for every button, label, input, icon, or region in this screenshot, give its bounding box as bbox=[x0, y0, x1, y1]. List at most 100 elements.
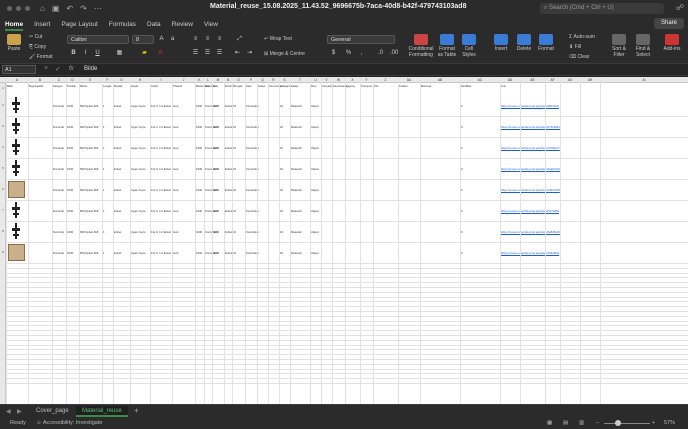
table-cell[interactable]: 10 bbox=[280, 230, 283, 234]
fill-button[interactable]: ⬇ Fill bbox=[569, 44, 581, 50]
header-cell[interactable]: Sertifikat bbox=[461, 85, 471, 88]
table-cell[interactable]: 10 bbox=[233, 125, 236, 129]
next-sheet-icon[interactable]: ▶ bbox=[17, 408, 22, 415]
search-box[interactable]: ⌕ Search (Cmd + Ctrl + U) bbox=[540, 3, 664, 14]
copy-button[interactable]: ⎘ Copy bbox=[29, 44, 46, 50]
column-header[interactable]: AA bbox=[398, 77, 420, 83]
table-cell[interactable]: Ingen hoyre bbox=[131, 146, 146, 150]
table-cell[interactable]: 1000 bbox=[67, 188, 73, 192]
table-cell[interactable]: 1000 bbox=[213, 104, 219, 108]
table-cell[interactable]: Dorvindu bbox=[53, 188, 64, 192]
table-cell[interactable]: 1000 bbox=[67, 125, 73, 129]
sheet-tab-material-reuse[interactable]: Material_reuse bbox=[76, 406, 128, 417]
table-cell[interactable]: 0 bbox=[461, 230, 463, 234]
header-cell[interactable]: Produkt bbox=[67, 85, 76, 88]
font-name-select[interactable]: Calibri bbox=[67, 35, 129, 44]
column-header[interactable]: I bbox=[150, 77, 172, 83]
table-cell[interactable]: Fra 0, 1.0 Enkel bbox=[151, 209, 171, 213]
tab-data[interactable]: Data bbox=[147, 21, 161, 28]
increase-indent-icon[interactable]: ⇥ bbox=[246, 50, 253, 57]
table-cell[interactable]: Ingen hoyre bbox=[131, 230, 146, 234]
table-cell[interactable]: Materiell bbox=[291, 251, 302, 255]
table-cell[interactable]: 1000 bbox=[196, 167, 202, 171]
header-cell[interactable]: Dato bbox=[246, 85, 251, 88]
table-cell[interactable]: 1000 bbox=[196, 104, 202, 108]
column-header[interactable]: K bbox=[195, 77, 204, 83]
share-button[interactable]: Share bbox=[654, 18, 684, 29]
table-cell[interactable]: 10 bbox=[233, 104, 236, 108]
table-cell[interactable]: God bbox=[173, 209, 178, 213]
paste-button[interactable]: Paste bbox=[5, 34, 23, 52]
table-cell[interactable]: 1000 bbox=[196, 209, 202, 213]
tab-page-layout[interactable]: Page Layout bbox=[61, 21, 98, 28]
table-cell[interactable]: God bbox=[173, 167, 178, 171]
table-cell[interactable]: Enhet bbox=[114, 104, 121, 108]
borders-icon[interactable]: ▦ bbox=[116, 50, 123, 57]
font-color-icon[interactable]: A bbox=[157, 50, 164, 57]
spreadsheet-grid[interactable]: A B C D E F G H I J K L M N O P Q R S T U V W X Y Z AA AB AC AD AE AF AG… bbox=[0, 77, 688, 404]
clear-button[interactable]: ⌫ Clear bbox=[569, 54, 589, 60]
align-middle-icon[interactable]: ≡ bbox=[204, 36, 211, 43]
table-cell[interactable]: Ingen hoyre bbox=[131, 167, 146, 171]
column-header[interactable]: O bbox=[232, 77, 245, 83]
underline-button[interactable]: U bbox=[94, 50, 101, 57]
normal-view-icon[interactable]: ▦ bbox=[547, 420, 552, 426]
column-header[interactable]: M bbox=[212, 77, 224, 83]
minimize-window-button[interactable] bbox=[16, 6, 21, 11]
column-header[interactable]: AI bbox=[600, 77, 688, 83]
column-header[interactable]: Y bbox=[360, 77, 373, 83]
table-cell[interactable]: 1000 bbox=[213, 167, 219, 171]
header-cell[interactable]: Bygningsdel bbox=[29, 85, 43, 88]
item-link[interactable]: https://reuse-materials-prod.app/item/1b… bbox=[501, 251, 559, 255]
close-window-button[interactable] bbox=[7, 6, 12, 11]
table-cell[interactable]: 1 bbox=[103, 125, 105, 129]
align-left-icon[interactable]: ☰ bbox=[192, 50, 199, 57]
header-cell[interactable]: Lengde bbox=[103, 85, 112, 88]
header-cell[interactable]: Enhet bbox=[225, 85, 232, 88]
table-cell[interactable]: Ingen hoyre bbox=[131, 251, 146, 255]
header-cell[interactable]: Etasje bbox=[291, 85, 298, 88]
column-header[interactable]: E bbox=[79, 77, 102, 83]
tab-home[interactable]: Home bbox=[5, 21, 24, 31]
table-cell[interactable]: Ingen hoyre bbox=[131, 125, 146, 129]
add-sheet-button[interactable]: + bbox=[134, 406, 139, 415]
insert-cells-button[interactable]: Insert bbox=[492, 34, 510, 52]
zoom-window-button[interactable] bbox=[25, 6, 30, 11]
table-cell[interactable]: Materiell bbox=[291, 230, 302, 234]
table-cell[interactable]: 1000 bbox=[67, 251, 73, 255]
table-cell[interactable]: 10 bbox=[280, 167, 283, 171]
column-header[interactable]: Z bbox=[373, 77, 398, 83]
table-cell[interactable]: Dorvindu bbox=[53, 167, 64, 171]
format-cells-button[interactable]: Format bbox=[537, 34, 555, 52]
item-link[interactable]: https://reuse-materials-prod.app/item/f3… bbox=[501, 209, 559, 213]
save-icon[interactable]: ▣ bbox=[52, 4, 60, 13]
align-top-icon[interactable]: ≡ bbox=[192, 36, 199, 43]
decrease-decimal-icon[interactable]: .00 bbox=[390, 50, 398, 57]
table-cell[interactable]: 1 bbox=[103, 251, 105, 255]
header-cell[interactable]: Vekt bbox=[213, 85, 218, 88]
table-cell[interactable]: Ukjent bbox=[311, 104, 319, 108]
table-cell[interactable]: Dorvindu bbox=[53, 125, 64, 129]
table-cell[interactable]: MM Spleis 8x8 bbox=[80, 167, 98, 171]
redo-icon[interactable]: ↷ bbox=[80, 4, 87, 13]
table-cell[interactable]: God bbox=[173, 188, 178, 192]
decrease-font-icon[interactable]: a bbox=[169, 36, 176, 43]
table-cell[interactable]: 10 bbox=[233, 188, 236, 192]
item-link[interactable]: https://reuse-materials-prod.app/item/d4… bbox=[501, 167, 560, 171]
table-cell[interactable]: Ingen hoyre bbox=[131, 188, 146, 192]
table-cell[interactable]: 1000 bbox=[213, 251, 219, 255]
column-header[interactable]: R bbox=[268, 77, 279, 83]
page-break-view-icon[interactable]: ▥ bbox=[579, 420, 584, 426]
more-icon[interactable]: ⋯ bbox=[94, 4, 102, 13]
column-header[interactable]: G bbox=[113, 77, 130, 83]
column-header[interactable]: U bbox=[310, 77, 321, 83]
header-cell[interactable]: Lokasjon bbox=[280, 85, 290, 88]
column-header[interactable]: D bbox=[66, 77, 79, 83]
table-cell[interactable]: God bbox=[173, 251, 178, 255]
header-cell[interactable]: Bilde bbox=[7, 85, 13, 88]
column-header[interactable]: V bbox=[321, 77, 332, 83]
conditional-formatting-button[interactable]: Conditional Formatting bbox=[406, 34, 436, 58]
table-cell[interactable]: Fra 0, 1.0 Enkel bbox=[151, 251, 171, 255]
wrap-text-button[interactable]: ↵ Wrap Text bbox=[264, 36, 292, 42]
table-cell[interactable]: 1 bbox=[103, 188, 105, 192]
